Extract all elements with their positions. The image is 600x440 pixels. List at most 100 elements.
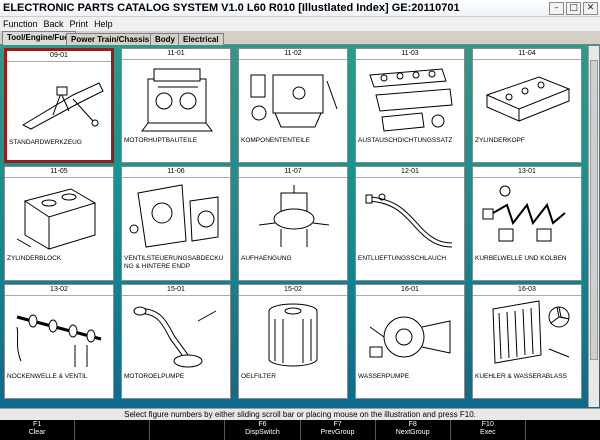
- fkey-code: F8: [408, 421, 417, 428]
- cylinder-block-icon: [16, 188, 97, 250]
- radiator-icon: [492, 300, 570, 364]
- card-code: 16-03: [518, 286, 536, 293]
- fkey-code: F7: [333, 421, 342, 428]
- card-divider: [239, 59, 347, 60]
- scrollbar-thumb[interactable]: [590, 60, 598, 360]
- fkey-code: F1: [32, 421, 42, 428]
- timing-cover-icon: [129, 184, 219, 248]
- oil-filter-icon: [268, 303, 318, 367]
- parts-card[interactable]: 11-05 ZYLINDERBLOCK: [4, 166, 114, 281]
- menu-function[interactable]: Function: [0, 19, 41, 29]
- fkey-code: F10: [481, 421, 494, 428]
- card-divider: [5, 295, 113, 296]
- card-label: ZYLINDERBLOCK: [7, 255, 62, 262]
- card-code: 11-03: [401, 50, 419, 57]
- parts-card[interactable]: 15-01 MOTOROELPUMPE: [121, 284, 231, 399]
- tab-power-train-chassis[interactable]: Power Train/Chassis: [66, 33, 155, 45]
- card-code: 09-01: [50, 52, 68, 59]
- vertical-scrollbar[interactable]: [588, 46, 599, 407]
- fkey-f10[interactable]: F10 Exec: [451, 420, 526, 440]
- parts-card[interactable]: 15-02 OELFILTER: [238, 284, 348, 399]
- card-label: STANDARDWERKZEUG: [9, 139, 82, 146]
- maximize-button[interactable]: □: [566, 1, 581, 15]
- card-divider: [356, 59, 464, 60]
- card-code: 11-06: [167, 168, 185, 175]
- fkey-empty-1: [75, 420, 151, 440]
- fkey-label: Exec: [480, 429, 496, 436]
- card-label: NOCKENWELLE & VENTIL: [7, 373, 88, 380]
- card-code: 11-04: [518, 50, 536, 57]
- card-label: AUSTAUSCHDICHTUNGSSATZ: [358, 137, 453, 144]
- card-divider: [473, 177, 581, 178]
- card-code: 15-02: [284, 286, 302, 293]
- menu-back[interactable]: Back: [41, 19, 67, 29]
- gasket-set-icon: [369, 68, 453, 132]
- window-title: ELECTRONIC PARTS CATALOG SYSTEM V1.0 L60…: [3, 2, 460, 14]
- fkey-label: NextGroup: [395, 429, 430, 436]
- menu-bar: Function Back Print Help: [0, 17, 600, 31]
- card-label: ENTLUEFTUNGSSCHLAUCH: [358, 255, 447, 262]
- title-bar: ELECTRONIC PARTS CATALOG SYSTEM V1.0 L60…: [0, 0, 600, 17]
- parts-card[interactable]: 11-06 VENTILSTEUERUNGSABDECKUNG & HINTERE…: [121, 166, 231, 281]
- parts-card[interactable]: 11-07 AUFHAENGUNG: [238, 166, 348, 281]
- tab-body[interactable]: Body: [150, 33, 180, 45]
- parts-card[interactable]: 12-01 ENTLUEFTUNGSSCHLAUCH: [355, 166, 465, 281]
- card-divider: [122, 59, 230, 60]
- parts-card[interactable]: 16-01 WASSERPUMPE: [355, 284, 465, 399]
- fkey-label: PrevGroup: [320, 429, 355, 436]
- card-label: VENTILSTEUERUNGSABDECKUNG & HINTERE ENDP: [124, 255, 224, 270]
- card-divider: [473, 295, 581, 296]
- parts-card[interactable]: 13-02 NOCKENWELLE & VENTIL: [4, 284, 114, 399]
- card-label: MOTORHUPTBAUTEILE: [124, 137, 198, 144]
- card-code: 13-01: [518, 168, 536, 175]
- parts-card[interactable]: 13-01 KURBELWELLE UND KOLBEN: [472, 166, 582, 281]
- jack-icon: [21, 82, 104, 130]
- card-label: MOTOROELPUMPE: [124, 373, 185, 380]
- card-code: 11-05: [50, 168, 68, 175]
- close-button[interactable]: ✕: [583, 1, 598, 15]
- fkey-code: F6: [258, 421, 267, 428]
- oil-pump-icon: [133, 306, 217, 368]
- tab-tool-engine-fuel[interactable]: Tool/Engine/Fuel: [2, 31, 76, 46]
- card-code: 11-07: [284, 168, 302, 175]
- water-pump-icon: [369, 316, 451, 358]
- card-label: KOMPONENTENTEILE: [241, 137, 310, 144]
- card-code: 15-01: [167, 286, 185, 293]
- card-label: ZYLINDERKOPF: [475, 137, 525, 144]
- parts-card[interactable]: 09-01 STANDARDWERKZEUG: [4, 48, 114, 163]
- cylinder-head-icon: [485, 76, 571, 122]
- fkey-f1[interactable]: F1 Clear: [0, 420, 76, 440]
- parts-card[interactable]: 11-02 KOMPONENTENTEILE: [238, 48, 348, 163]
- card-divider: [5, 177, 113, 178]
- card-label: AUFHAENGUNG: [241, 255, 292, 262]
- card-divider: [122, 177, 230, 178]
- fkey-label: DispSwitch: [245, 429, 280, 436]
- parts-card[interactable]: 11-04 ZYLINDERKOPF: [472, 48, 582, 163]
- parts-card[interactable]: 11-01 MOTORHUPTBAUTEILE: [121, 48, 231, 163]
- card-divider: [356, 177, 464, 178]
- camshaft-icon: [16, 314, 102, 367]
- card-label: OELFILTER: [241, 373, 276, 380]
- menu-help[interactable]: Help: [91, 19, 116, 29]
- card-divider: [473, 59, 581, 60]
- parts-card[interactable]: 16-03 KUEHLER & WASSERABLASS: [472, 284, 582, 399]
- engine-mount-icon: [258, 185, 330, 247]
- tab-electrical[interactable]: Electrical: [178, 33, 224, 45]
- fkey-f7[interactable]: F7 PrevGroup: [301, 420, 376, 440]
- crankshaft-icon: [482, 185, 566, 242]
- card-label: KURBELWELLE UND KOLBEN: [475, 255, 567, 262]
- card-code: 11-01: [167, 50, 185, 57]
- card-divider: [7, 61, 111, 62]
- fkey-f8[interactable]: F8 NextGroup: [376, 420, 451, 440]
- status-bar: Select figure numbers by either sliding …: [0, 408, 600, 420]
- card-divider: [356, 295, 464, 296]
- engine-block-icon: [141, 68, 213, 132]
- fkey-f6[interactable]: F6 DispSwitch: [225, 420, 301, 440]
- minimize-button[interactable]: –: [549, 1, 564, 15]
- menu-print[interactable]: Print: [67, 19, 92, 29]
- card-label: KUEHLER & WASSERABLASS: [475, 373, 567, 380]
- parts-card[interactable]: 11-03 AUSTAUSCHDICHTUNGSSATZ: [355, 48, 465, 163]
- card-label: WASSERPUMPE: [358, 373, 410, 380]
- fkey-label: Clear: [28, 429, 46, 436]
- card-code: 11-02: [284, 50, 302, 57]
